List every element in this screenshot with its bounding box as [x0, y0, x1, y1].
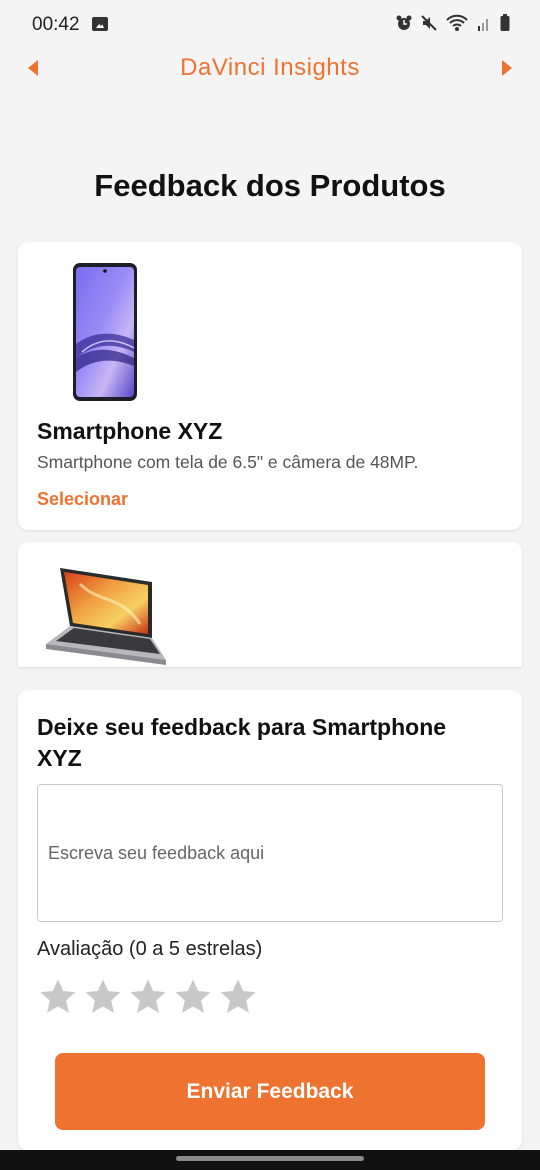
app-title: DaVinci Insights	[180, 54, 360, 81]
feedback-input[interactable]	[37, 784, 503, 922]
star-icon[interactable]	[173, 977, 213, 1017]
laptop-image	[46, 568, 166, 665]
alarm-icon	[396, 15, 412, 30]
select-product-link[interactable]: Selecionar	[37, 489, 128, 510]
signal-icon	[478, 19, 488, 31]
star-icon[interactable]	[128, 977, 168, 1017]
mute-icon	[421, 15, 437, 31]
star-icon[interactable]	[218, 977, 258, 1017]
feedback-heading: Deixe seu feedback para Smartphone XYZ	[37, 714, 447, 771]
home-indicator[interactable]	[176, 1156, 364, 1161]
product-description: Smartphone com tela de 6.5" e câmera de …	[37, 452, 419, 472]
product-name: Smartphone XYZ	[37, 418, 223, 444]
feedback-card: Deixe seu feedback para Smartphone XYZ A…	[18, 690, 522, 1150]
star-rating[interactable]	[38, 977, 258, 1017]
rating-label: Avaliação (0 a 5 estrelas)	[37, 938, 263, 960]
wifi-icon	[446, 14, 468, 31]
status-icons	[396, 14, 510, 32]
app-header: DaVinci Insights	[0, 50, 540, 90]
status-bar: 00:42	[0, 0, 540, 50]
product-card[interactable]	[18, 542, 522, 667]
caret-right-icon[interactable]	[502, 60, 512, 76]
battery-icon	[500, 14, 510, 31]
submit-feedback-button[interactable]: Enviar Feedback	[55, 1053, 485, 1130]
system-nav-bar	[0, 1150, 540, 1170]
star-icon[interactable]	[83, 977, 123, 1017]
star-icon[interactable]	[38, 977, 78, 1017]
status-time: 00:42	[32, 14, 80, 35]
page-title: Feedback dos Produtos	[94, 168, 446, 203]
smartphone-image	[73, 263, 137, 401]
gallery-icon	[92, 17, 108, 31]
product-card[interactable]: Smartphone XYZ Smartphone com tela de 6.…	[18, 242, 522, 530]
